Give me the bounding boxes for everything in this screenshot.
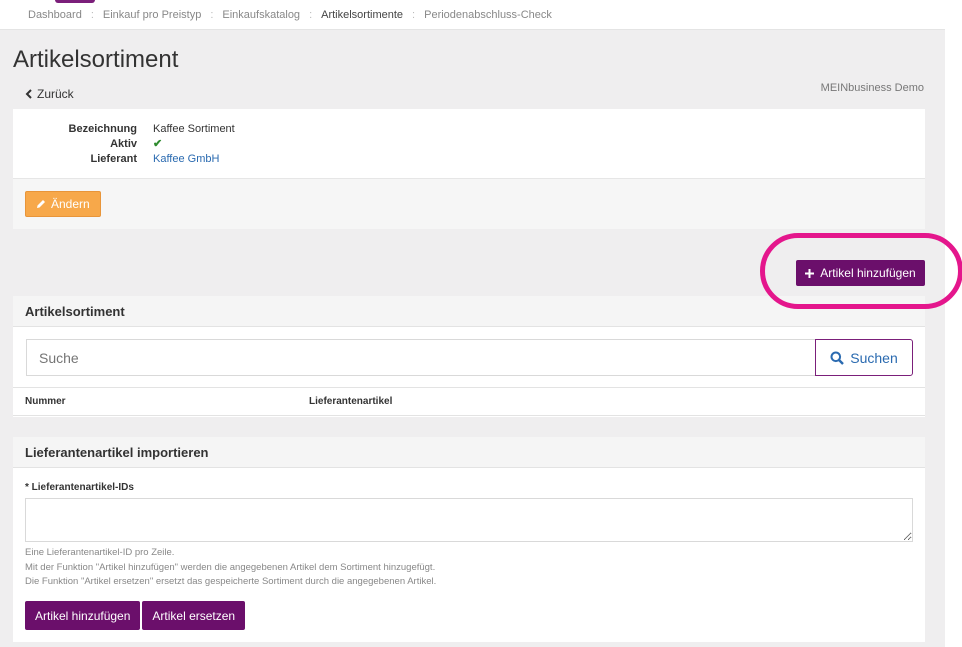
details-card: Bezeichnung Kaffee Sortiment Aktiv ✔ Lie…: [13, 109, 925, 229]
search-button-label: Suchen: [850, 349, 898, 366]
import-heading: Lieferantenartikel importieren: [13, 437, 925, 468]
column-header-lieferantenartikel[interactable]: Lieferantenartikel: [309, 396, 392, 407]
breadcrumb-separator: :: [90, 8, 94, 21]
back-link[interactable]: Zurück: [25, 87, 74, 101]
details-card-footer: Ändern: [13, 178, 925, 229]
breadcrumb-artikelsortimente[interactable]: Artikelsortimente: [321, 9, 403, 21]
breadcrumb-separator: :: [412, 8, 416, 21]
help-line: Eine Lieferantenartikel-ID pro Zeile.: [25, 547, 175, 558]
breadcrumb-separator: :: [210, 8, 214, 21]
nav-accent-bar: [55, 0, 95, 3]
help-line: Die Funktion "Artikel ersetzen" ersetzt …: [25, 576, 437, 587]
checkmark-icon: ✔: [153, 138, 163, 150]
detail-label: Aktiv: [110, 137, 137, 150]
detail-value: Kaffee Sortiment: [153, 122, 235, 135]
breadcrumb: Dashboard : Einkauf pro Preistyp : Einka…: [0, 0, 945, 30]
import-replace-button[interactable]: Artikel ersetzen: [142, 601, 246, 630]
detail-label: Lieferant: [90, 152, 137, 165]
breadcrumb-separator: :: [309, 8, 313, 21]
supplier-link[interactable]: Kaffee GmbH: [153, 153, 219, 165]
detail-row-bezeichnung: Bezeichnung Kaffee Sortiment: [13, 121, 235, 136]
breadcrumb-einkauf-pro-preistyp[interactable]: Einkauf pro Preistyp: [103, 9, 201, 21]
ids-textarea[interactable]: [25, 498, 913, 542]
search-input[interactable]: [26, 339, 815, 376]
edit-button-label: Ändern: [51, 197, 90, 211]
detail-label: Bezeichnung: [68, 122, 137, 135]
details-table: Bezeichnung Kaffee Sortiment Aktiv ✔ Lie…: [13, 121, 235, 166]
ids-field-label: * Lieferantenartikel-IDs: [25, 482, 134, 493]
highlight-annotation-ring: [760, 233, 962, 309]
edit-button[interactable]: Ändern: [25, 191, 101, 217]
search-icon: [830, 351, 845, 365]
page-background: Dashboard : Einkauf pro Preistyp : Einka…: [0, 0, 945, 647]
detail-row-lieferant: Lieferant Kaffee GmbH: [13, 151, 235, 166]
help-text: Eine Lieferantenartikel-ID pro Zeile. Mi…: [25, 546, 436, 590]
help-line: Mit der Funktion "Artikel hinzufügen" we…: [25, 561, 436, 573]
back-label: Zurück: [37, 87, 74, 101]
detail-row-aktiv: Aktiv ✔: [13, 136, 235, 151]
column-header-nummer[interactable]: Nummer: [25, 396, 66, 407]
chevron-left-icon: [25, 89, 32, 99]
search-bar: Suchen: [26, 339, 913, 376]
import-actions: Artikel hinzufügen Artikel ersetzen: [25, 601, 246, 630]
company-name: MEINbusiness Demo: [820, 82, 924, 94]
assortment-panel: Artikelsortiment Suchen Nummer Lieferant…: [13, 296, 925, 417]
breadcrumb-periodenabschluss-check[interactable]: Periodenabschluss-Check: [424, 9, 552, 21]
breadcrumb-dashboard[interactable]: Dashboard: [28, 9, 82, 21]
page-title: Artikelsortiment: [13, 46, 179, 73]
breadcrumb-einkaufskatalog[interactable]: Einkaufskatalog: [222, 9, 300, 21]
import-panel: Lieferantenartikel importieren * Liefera…: [13, 437, 925, 642]
search-button[interactable]: Suchen: [815, 339, 913, 376]
pencil-icon: [37, 200, 45, 208]
import-add-button[interactable]: Artikel hinzufügen: [25, 601, 141, 630]
table-header: Nummer Lieferantenartikel: [13, 387, 925, 416]
